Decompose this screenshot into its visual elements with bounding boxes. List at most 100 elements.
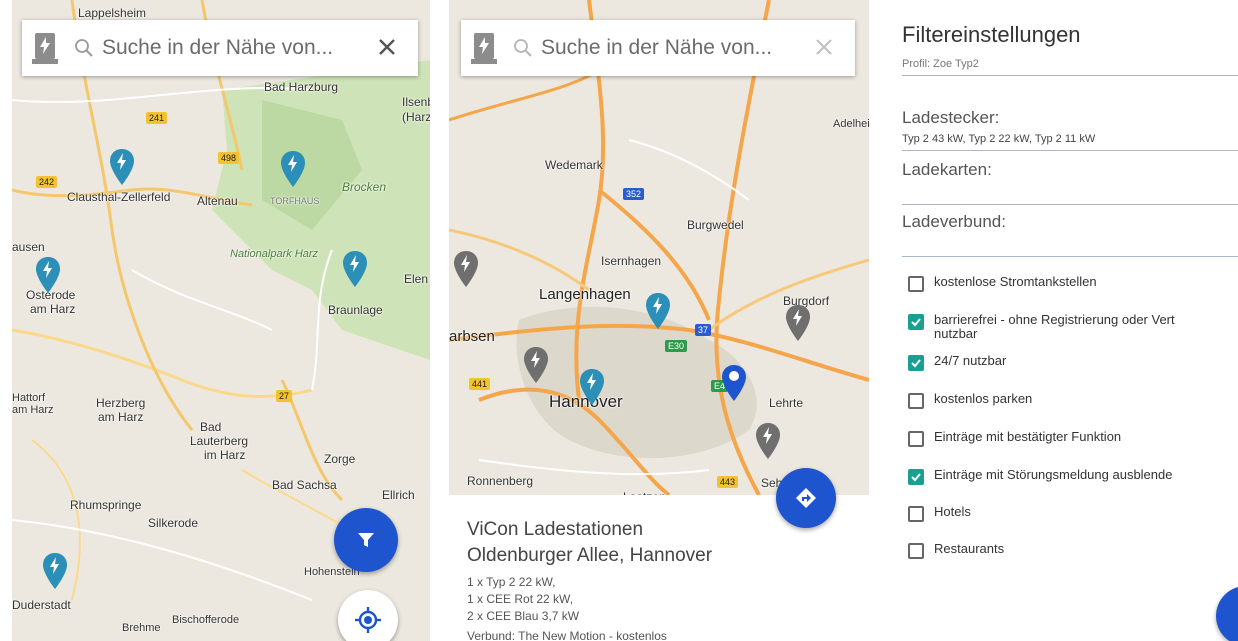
road-shield: 37 [695,324,712,336]
checkbox-checked[interactable] [908,314,924,330]
map-label: im Harz [204,448,246,462]
map-label: Ronnenberg [467,474,534,488]
checkbox-label: Hotels [934,504,971,519]
checkbox-label-continued: nutzbar [934,326,978,341]
checkbox-label: 24/7 nutzbar [934,353,1007,368]
divider [902,75,1238,76]
search-bar[interactable]: Suche in der Nähe von... [22,20,418,76]
directions-button[interactable] [776,468,836,528]
road-shield: 443 [717,476,739,488]
charging-station-pin-icon[interactable] [280,150,306,188]
filter-confirmed-function[interactable]: Einträge mit bestätigter Funktion [908,430,1121,447]
road-shield: 242 [36,176,58,188]
map-label: Bad Sachsa [272,478,337,492]
plug-type-field[interactable]: Typ 2 43 kW, Typ 2 22 kW, Typ 2 11 kW [902,133,1095,145]
map-label: Ellrich [382,488,415,502]
map-label: am Harz [30,302,76,316]
selected-station-pin-icon[interactable] [721,364,747,402]
charging-station-pin-icon[interactable] [755,422,781,460]
map-label: arbsen [449,328,495,345]
filter-hotels[interactable]: Hotels [908,505,971,522]
map-label: Zorge [324,452,356,466]
road-shield: 241 [146,112,168,124]
search-bar[interactable]: Suche in der Nähe von... [461,20,855,76]
profile-label[interactable]: Profil: Zoe Typ2 [902,58,979,70]
checkmark-icon [911,318,921,327]
filter-free-charging[interactable]: kostenlose Stromtankstellen [908,275,1097,292]
charging-station-pin-icon[interactable] [35,256,61,294]
checkmark-icon [911,473,921,482]
charging-station-pin-icon[interactable] [645,292,671,330]
map-label: Ilsenb [402,95,430,109]
station-name: ViCon Ladestationen [467,519,644,540]
charging-station-pin-icon[interactable] [579,368,605,406]
road-shield: 498 [218,152,240,164]
map-label: Duderstadt [12,598,71,612]
map-label: Brehme [122,622,161,634]
filter-barrier-free[interactable]: barrierefrei - ohne Registrierung oder V… [908,313,1175,341]
map-label: Bad Harzburg [264,80,339,94]
search-input[interactable]: Suche in der Nähe von... [541,36,772,60]
map-label: am Harz [12,404,54,416]
checkbox[interactable] [908,393,924,409]
map-label: Brocken [342,180,387,194]
page-title: Filtereinstellungen [902,22,1081,47]
directions-icon [796,488,816,508]
search-input[interactable]: Suche in der Nähe von... [102,36,333,60]
filter-free-parking[interactable]: kostenlos parken [908,392,1032,409]
map-label: Rhumspringe [70,498,142,512]
my-location-icon [355,607,381,633]
search-icon [75,39,93,57]
charging-cards-field[interactable] [902,204,1238,205]
filter-restaurants[interactable]: Restaurants [908,542,1004,559]
map-label: Nationalpark Harz [230,248,319,260]
filter-24-7[interactable]: 24/7 nutzbar [908,354,1006,371]
filter-hide-faults[interactable]: Einträge mit Störungsmeldung ausblende [908,468,1172,485]
station-address: Oldenburger Allee, Hannover [467,545,713,566]
charging-station-pin-icon[interactable] [342,250,368,288]
map-label: Bad [200,420,222,434]
checkbox-label: Restaurants [934,541,1005,556]
charging-station-pin-icon[interactable] [453,250,479,288]
charging-station-pin-icon[interactable] [109,148,135,186]
charging-station-pin-icon[interactable] [523,346,549,384]
station-connector: 1 x CEE Rot 22 kW, [467,592,574,606]
checkbox-checked[interactable] [908,355,924,371]
map-label: Lehrte [769,396,804,410]
map-label: Bischofferode [172,614,240,626]
checkbox[interactable] [908,506,924,522]
road-shield: 352 [623,188,645,200]
checkbox-label: kostenlose Stromtankstellen [934,274,1097,289]
road-shield: E30 [665,340,688,352]
close-icon[interactable] [811,34,837,60]
map-label: Adelhei [833,118,869,130]
map-label: (Harz [402,110,430,124]
road-shield: 27 [276,390,293,402]
charging-network-label: Ladeverbund: [902,212,1006,231]
apply-filter-button[interactable] [1216,586,1238,641]
charging-station-pin-icon[interactable] [42,552,68,590]
close-icon[interactable] [374,34,400,60]
my-location-button[interactable] [338,590,398,641]
checkbox-label: barrierefrei - ohne Registrierung oder V… [934,312,1175,327]
checkbox-checked[interactable] [908,469,924,485]
checkbox[interactable] [908,543,924,559]
checkbox-label: kostenlos parken [934,391,1033,406]
map-label: Altenau [197,194,238,208]
station-connector: 1 x Typ 2 22 kW, [467,575,556,589]
filter-icon [358,533,374,547]
checkbox[interactable] [908,431,924,447]
station-connector: 2 x CEE Blau 3,7 kW [467,609,580,623]
map-label: Silkerode [148,516,199,530]
map-screen-hannover: Wedemark Burgwedel Isernhagen Adelhei La… [449,0,869,641]
map-label: Wedemark [545,158,603,172]
map-label: TORFHAUS [270,196,320,206]
checkbox-label: Einträge mit bestätigter Funktion [934,429,1122,444]
charging-network-field[interactable] [902,256,1238,257]
checkbox[interactable] [908,276,924,292]
filter-button[interactable] [334,508,398,572]
charging-station-pin-icon[interactable] [785,304,811,342]
map-label: Elen [404,272,429,286]
charging-cards-label: Ladekarten: [902,160,992,179]
map-label: Herzberg [96,396,146,410]
